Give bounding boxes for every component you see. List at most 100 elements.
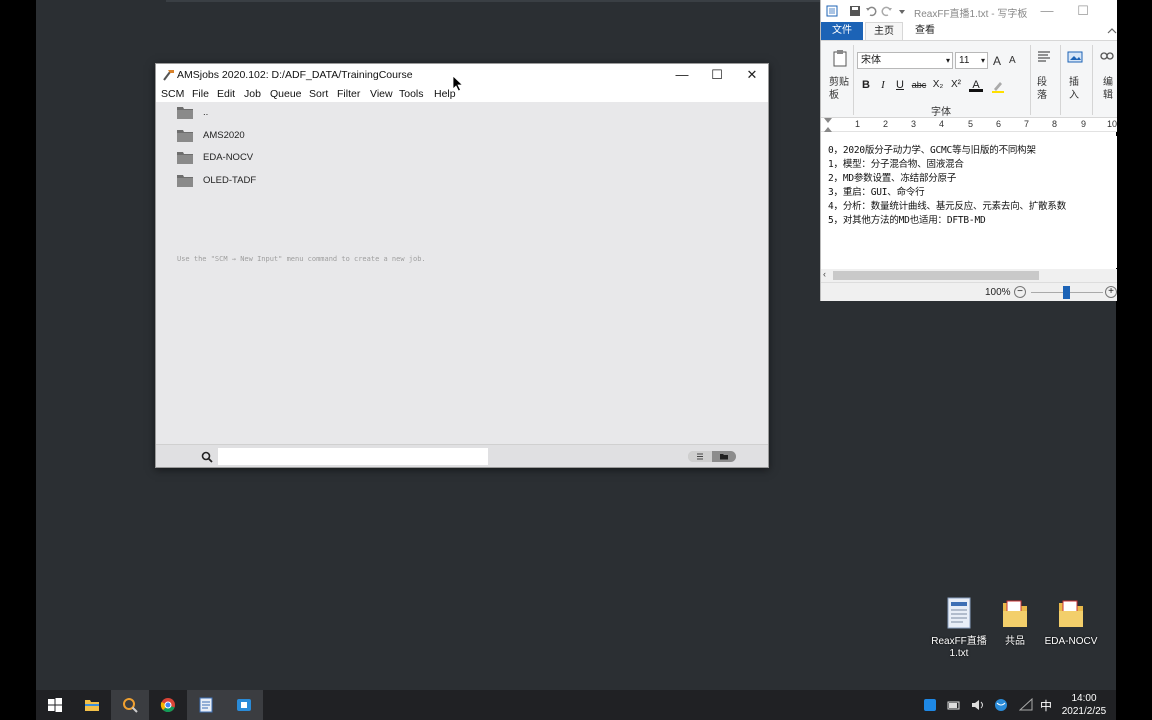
- status-bar: 100% − +: [821, 282, 1117, 301]
- horizontal-scrollbar[interactable]: ‹: [821, 269, 1117, 282]
- tray-app-icon[interactable]: [923, 698, 937, 712]
- paragraph-icon[interactable]: [1036, 49, 1052, 65]
- menu-queue[interactable]: Queue: [270, 88, 302, 100]
- doc-line: 2，MD参数设置、冻结部分原子: [828, 173, 957, 184]
- folder-label: EDA-NOCV: [203, 152, 254, 163]
- start-button[interactable]: [36, 690, 74, 720]
- network-globe-icon[interactable]: [994, 698, 1008, 712]
- list-item[interactable]: EDA-NOCV: [176, 149, 476, 169]
- maximize-button[interactable]: ☐: [699, 64, 735, 86]
- superscript-button[interactable]: X²: [948, 78, 964, 92]
- folder-view-icon[interactable]: [712, 451, 736, 462]
- view-toggle[interactable]: [688, 451, 736, 462]
- minimize-button[interactable]: —: [664, 64, 700, 86]
- ime-indicator[interactable]: 中: [1040, 697, 1054, 713]
- paste-label-2[interactable]: 板: [829, 86, 839, 101]
- font-color-button[interactable]: A: [969, 78, 983, 92]
- tab-view[interactable]: 查看: [907, 22, 943, 40]
- amsjobs-app-icon: [163, 70, 174, 81]
- text-file-icon: [947, 597, 971, 629]
- amsjobs-window: AMSjobs 2020.102: D:/ADF_DATA/TrainingCo…: [155, 63, 769, 468]
- list-item[interactable]: OLED-TADF: [176, 172, 476, 192]
- insert-picture-icon[interactable]: [1067, 49, 1083, 65]
- close-button[interactable]: ✕: [734, 64, 770, 86]
- ruler-tick: 8: [1052, 119, 1058, 129]
- search-icon: [201, 451, 213, 463]
- doc-line: 5，对其他方法的MD也适用：DFTB-MD: [828, 215, 986, 226]
- list-view-icon[interactable]: [688, 451, 712, 462]
- doc-line: 4，分析：数量统计曲线、基元反应、元素去向、扩散系数: [828, 201, 1067, 212]
- zoom-slider-thumb[interactable]: [1063, 286, 1070, 299]
- taskbar-app[interactable]: [225, 690, 263, 720]
- desktop-icon-gongpin[interactable]: 共品: [987, 597, 1043, 648]
- tab-home[interactable]: 主页: [865, 22, 903, 40]
- menu-tools[interactable]: Tools: [399, 88, 424, 100]
- menu-filter[interactable]: Filter: [337, 88, 360, 100]
- menu-file[interactable]: File: [192, 88, 209, 100]
- wordpad-maximize-button[interactable]: ☐: [1068, 0, 1098, 22]
- battery-icon[interactable]: [947, 698, 961, 712]
- strikethrough-button[interactable]: abc: [910, 78, 928, 92]
- taskbar: 中 14:00 2021/2/25: [36, 690, 1116, 720]
- taskbar-file-explorer[interactable]: [73, 690, 111, 720]
- paragraph-label-2[interactable]: 落: [1037, 86, 1047, 101]
- wordpad-minimize-button[interactable]: —: [1032, 0, 1062, 22]
- scrollbar-thumb[interactable]: [833, 271, 1039, 280]
- taskbar-amsjobs[interactable]: [111, 690, 149, 720]
- desktop-icon-eda-nocv[interactable]: EDA-NOCV: [1043, 597, 1099, 648]
- scroll-left-icon[interactable]: ‹: [823, 269, 826, 279]
- save-icon[interactable]: [849, 5, 861, 17]
- desktop-icon-label: EDA-NOCV: [1044, 636, 1098, 647]
- wordpad-icon: [199, 697, 213, 713]
- shrink-font-button[interactable]: A: [1009, 55, 1016, 66]
- search-input[interactable]: [218, 448, 488, 465]
- edit-label-2[interactable]: 辑: [1103, 86, 1113, 101]
- paste-icon[interactable]: [832, 49, 848, 67]
- menu-scm[interactable]: SCM: [161, 88, 184, 100]
- wifi-icon[interactable]: [1019, 698, 1033, 712]
- insert-label-2[interactable]: 入: [1069, 86, 1079, 101]
- highlight-icon[interactable]: [991, 79, 1005, 93]
- doc-line: 0，2020版分子动力学、GCMC等与旧版的不同构架: [828, 145, 1036, 156]
- underline-button[interactable]: U: [893, 78, 907, 92]
- menu-view[interactable]: View: [370, 88, 393, 100]
- clock[interactable]: 14:00 2021/2/25: [1056, 692, 1112, 718]
- tab-file[interactable]: 文件: [821, 22, 863, 40]
- collapse-ribbon-icon[interactable]: [1107, 26, 1117, 36]
- zoom-in-button[interactable]: +: [1105, 286, 1117, 298]
- find-icon[interactable]: [1100, 49, 1114, 63]
- document-area[interactable]: 0，2020版分子动力学、GCMC等与旧版的不同构架 1，模型：分子混合物、固液…: [821, 136, 1117, 268]
- wordpad-titlebar[interactable]: ReaxFF直播1.txt - 写字板 — ☐: [821, 0, 1117, 22]
- font-name-select[interactable]: 宋体 ▾: [857, 52, 953, 69]
- taskbar-wordpad[interactable]: [187, 690, 225, 720]
- quick-access-dropdown-icon[interactable]: [896, 5, 908, 17]
- ruler-tick: 4: [939, 119, 945, 129]
- volume-icon[interactable]: [971, 698, 985, 712]
- list-item[interactable]: AMS2020: [176, 127, 476, 147]
- desktop-icon-reaxff[interactable]: ReaxFF直播 1.txt: [931, 597, 987, 660]
- subscript-button[interactable]: X₂: [930, 78, 946, 92]
- font-size-select[interactable]: 11 ▾: [955, 52, 988, 69]
- folder-icon: [1059, 600, 1083, 627]
- menu-job[interactable]: Job: [244, 88, 261, 100]
- menu-edit[interactable]: Edit: [217, 88, 235, 100]
- menu-sort[interactable]: Sort: [309, 88, 328, 100]
- zoom-level: 100%: [985, 287, 1011, 298]
- bold-button[interactable]: B: [859, 78, 873, 92]
- zoom-out-button[interactable]: −: [1014, 286, 1026, 298]
- redo-icon[interactable]: [881, 5, 893, 17]
- app-icon: [237, 699, 251, 711]
- ruler-tick: 10: [1107, 119, 1118, 129]
- italic-button[interactable]: I: [876, 78, 890, 92]
- taskbar-chrome[interactable]: [149, 690, 187, 720]
- ruler-tick: 5: [968, 119, 974, 129]
- grow-font-button[interactable]: A: [993, 54, 1001, 68]
- start-icon: [48, 698, 62, 712]
- ruler-tick: 1: [855, 119, 861, 129]
- clock-date: 2021/2/25: [1061, 706, 1107, 717]
- undo-icon[interactable]: [865, 5, 877, 17]
- list-item[interactable]: ..: [176, 104, 476, 124]
- doc-line: 1，模型：分子混合物、固液混合: [828, 159, 964, 170]
- indent-marker-icon[interactable]: [823, 118, 833, 132]
- wordpad-app-icon: [826, 5, 838, 17]
